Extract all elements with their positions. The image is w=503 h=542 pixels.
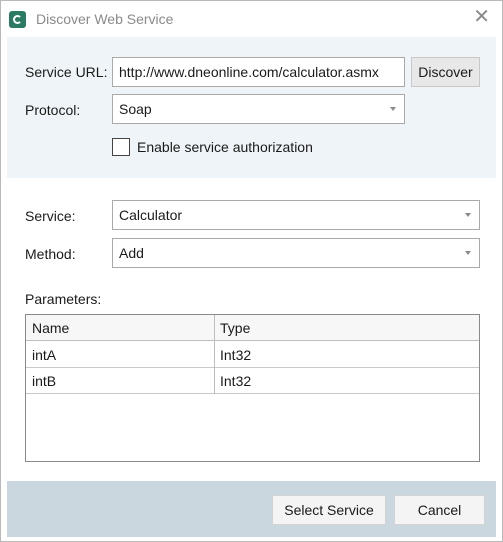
service-label: Service: xyxy=(25,208,76,224)
table-row[interactable]: intA Int32 xyxy=(26,342,479,368)
enable-authorization-label[interactable]: Enable service authorization xyxy=(137,139,313,155)
table-header: Name Type xyxy=(26,315,479,341)
parameters-table[interactable]: Name Type intA Int32 intB Int32 xyxy=(25,314,480,462)
service-url-input[interactable]: http://www.dneonline.com/calculator.asmx xyxy=(112,57,405,87)
param-type-cell: Int32 xyxy=(220,347,252,363)
app-logo-icon xyxy=(9,11,26,28)
protocol-label: Protocol: xyxy=(25,102,81,118)
window-title: Discover Web Service xyxy=(36,11,174,27)
service-selected-value: Calculator xyxy=(119,207,183,223)
chevron-down-icon xyxy=(390,107,396,111)
title-bar: Discover Web Service ✕ xyxy=(1,1,502,37)
method-select[interactable]: Add xyxy=(112,238,480,268)
service-url-label: Service URL: xyxy=(25,64,108,80)
service-select[interactable]: Calculator xyxy=(112,200,480,230)
param-name-cell: intA xyxy=(32,347,57,363)
select-service-button[interactable]: Select Service xyxy=(272,495,386,525)
method-selected-value: Add xyxy=(119,245,144,261)
enable-authorization-checkbox[interactable] xyxy=(112,138,130,156)
protocol-selected-value: Soap xyxy=(119,101,152,117)
method-label: Method: xyxy=(25,246,76,262)
protocol-select[interactable]: Soap xyxy=(112,94,405,124)
param-type-cell: Int32 xyxy=(220,373,252,389)
close-icon[interactable]: ✕ xyxy=(473,7,490,27)
discover-button[interactable]: Discover xyxy=(411,57,480,87)
chevron-down-icon xyxy=(465,213,471,217)
column-header-name[interactable]: Name xyxy=(26,315,69,341)
param-name-cell: intB xyxy=(32,373,57,389)
chevron-down-icon xyxy=(465,251,471,255)
parameters-label: Parameters: xyxy=(25,291,102,307)
column-header-type[interactable]: Type xyxy=(214,315,250,341)
column-divider xyxy=(214,315,215,394)
discover-web-service-dialog: Discover Web Service ✕ Service URL: http… xyxy=(0,0,503,542)
cancel-button[interactable]: Cancel xyxy=(394,495,485,525)
table-row[interactable]: intB Int32 xyxy=(26,368,479,394)
